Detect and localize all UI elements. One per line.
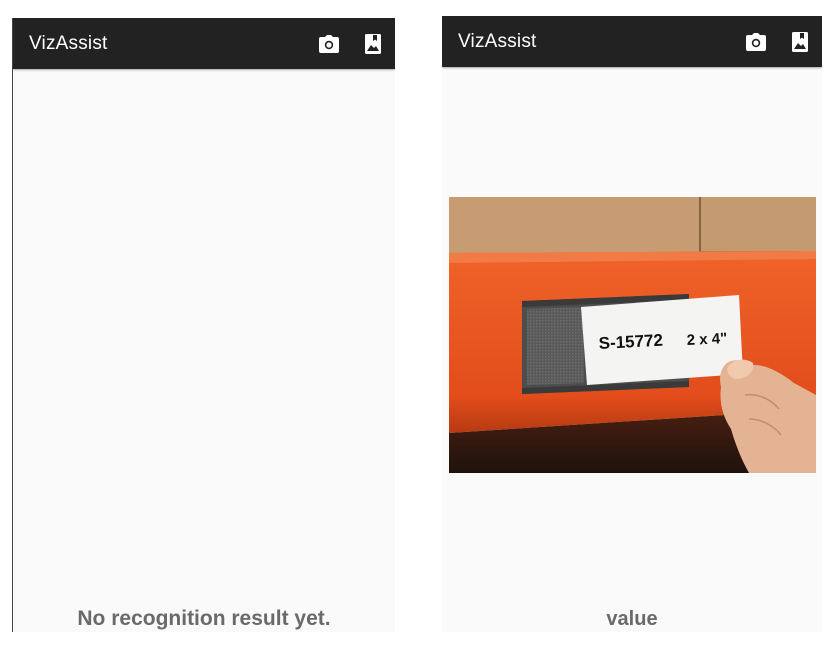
recognition-result: value bbox=[606, 608, 658, 630]
label-photo: S-15772 2 x 4" bbox=[449, 197, 816, 473]
app-bar: VizAssist bbox=[13, 18, 395, 69]
recognition-result: No recognition result yet. bbox=[77, 607, 331, 630]
camera-icon[interactable] bbox=[744, 30, 768, 54]
label-code: S-15772 bbox=[598, 331, 663, 353]
label-size: 2 x 4" bbox=[686, 330, 727, 349]
gallery-icon[interactable] bbox=[361, 32, 385, 56]
app-title: VizAssist bbox=[29, 32, 108, 54]
app-bar: VizAssist bbox=[442, 16, 822, 67]
right-screen: VizAssist S-15772 2 x 4" value bbox=[442, 16, 822, 632]
app-title: VizAssist bbox=[458, 30, 537, 52]
left-screen: VizAssist No recognition result yet. bbox=[12, 18, 395, 632]
camera-icon[interactable] bbox=[317, 32, 341, 56]
gallery-icon[interactable] bbox=[788, 30, 812, 54]
